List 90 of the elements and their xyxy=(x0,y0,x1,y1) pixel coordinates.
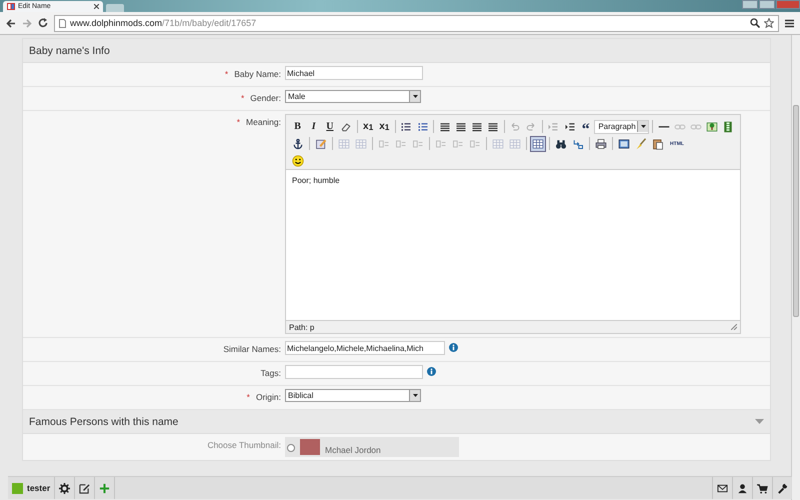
numbers-icon xyxy=(416,120,429,132)
editor-text[interactable]: Poor; humble xyxy=(286,169,740,321)
printer-icon xyxy=(595,138,607,150)
address-bar[interactable]: www.dolphinmods.com/71b/m/baby/edit/17657 xyxy=(54,14,779,32)
align-icon xyxy=(438,120,451,132)
info-icon[interactable] xyxy=(427,367,436,376)
bullets-icon xyxy=(400,120,412,132)
required-asterisk: * xyxy=(224,69,228,79)
cells-icon xyxy=(378,138,390,150)
site-icon xyxy=(7,3,15,10)
envelope-icon xyxy=(717,482,728,494)
caret-icon xyxy=(640,125,646,128)
field-label: Similar Names: xyxy=(223,344,281,354)
format-button[interactable]: U xyxy=(322,118,338,134)
replace-icon xyxy=(572,138,584,150)
thumbnail-option[interactable]: Mchael Jordon xyxy=(285,437,459,457)
field-label: Choose Thumbnail: xyxy=(206,439,282,450)
info-icon[interactable] xyxy=(449,343,458,352)
eraser-icon xyxy=(340,120,352,132)
grid-icon xyxy=(355,138,367,150)
person-icon xyxy=(737,482,748,494)
anchor-icon xyxy=(292,138,304,150)
section-title: Baby name's Info xyxy=(29,44,110,56)
cells-icon xyxy=(412,138,424,150)
resize-grip-icon[interactable] xyxy=(731,324,737,330)
section-header[interactable]: Famous Persons with this name xyxy=(23,410,770,434)
page-icon xyxy=(59,18,66,28)
format-dropdown[interactable]: Paragraph xyxy=(594,120,650,134)
align-icon xyxy=(454,120,467,132)
required-asterisk: * xyxy=(246,392,250,402)
required-asterisk: * xyxy=(240,93,244,103)
scrollbar[interactable] xyxy=(791,35,800,500)
reload-icon[interactable] xyxy=(38,18,48,28)
plus-icon xyxy=(99,482,110,494)
caret-icon xyxy=(755,419,764,424)
grid-icon xyxy=(338,138,350,150)
format-button[interactable]: B xyxy=(290,118,306,134)
star-icon[interactable] xyxy=(764,18,774,28)
edit-icon xyxy=(79,482,90,494)
cells-icon xyxy=(395,138,407,150)
text-field[interactable]: Michelangelo,Michele,Michaelina,Mich xyxy=(285,341,445,355)
field-label: Baby Name: xyxy=(234,69,281,79)
required-asterisk: * xyxy=(236,117,240,127)
screen-icon xyxy=(618,138,630,150)
dropdown[interactable]: Male xyxy=(285,90,421,103)
dropdown[interactable]: Biblical xyxy=(285,389,421,402)
cells-icon xyxy=(452,138,464,150)
cells-icon xyxy=(469,138,481,150)
text-field[interactable] xyxy=(285,365,423,379)
clipboard-icon xyxy=(652,138,664,150)
grid-icon xyxy=(492,138,504,150)
gear-icon xyxy=(59,482,70,494)
element-path: Path: p xyxy=(289,322,314,332)
close-icon[interactable] xyxy=(94,4,99,9)
toolbar-button[interactable] xyxy=(290,152,306,168)
text-field[interactable]: Michael xyxy=(285,66,423,80)
field-label: Gender: xyxy=(250,93,281,103)
field-label: Meaning: xyxy=(246,117,281,127)
field-label: Tags: xyxy=(260,368,281,378)
field-label: Origin: xyxy=(256,392,281,402)
user-button[interactable]: tester xyxy=(8,477,56,499)
grid-icon xyxy=(509,138,521,150)
radio-button[interactable] xyxy=(287,444,295,452)
format-button[interactable]: “ xyxy=(578,118,594,134)
url-text: www.dolphinmods.com/71b/m/baby/edit/17657 xyxy=(70,18,256,28)
back-icon[interactable] xyxy=(6,18,16,28)
cells-icon xyxy=(435,138,447,150)
indent-icon xyxy=(564,120,576,132)
picture-icon xyxy=(706,120,718,132)
grid-icon xyxy=(532,138,544,150)
wrench-icon xyxy=(777,482,788,494)
caret-icon xyxy=(412,394,418,397)
indent-icon xyxy=(547,120,560,132)
person-name: Mchael Jordon xyxy=(325,445,381,455)
section-title: Famous Persons with this name xyxy=(29,416,178,428)
note-icon xyxy=(315,138,327,150)
align-icon xyxy=(470,120,483,132)
undo-icon xyxy=(509,120,522,132)
photo-placeholder xyxy=(300,439,320,455)
format-button[interactable]: I xyxy=(306,118,322,134)
menu-icon[interactable] xyxy=(785,18,794,28)
caret-icon xyxy=(412,95,418,98)
cart-icon xyxy=(757,482,768,494)
smiley-icon xyxy=(292,154,304,166)
brush-icon xyxy=(635,138,647,150)
binoculars-icon xyxy=(555,138,567,150)
redo-icon xyxy=(525,120,538,132)
film-icon xyxy=(722,120,734,132)
zoom-icon[interactable] xyxy=(750,18,760,28)
align-icon xyxy=(487,120,500,132)
